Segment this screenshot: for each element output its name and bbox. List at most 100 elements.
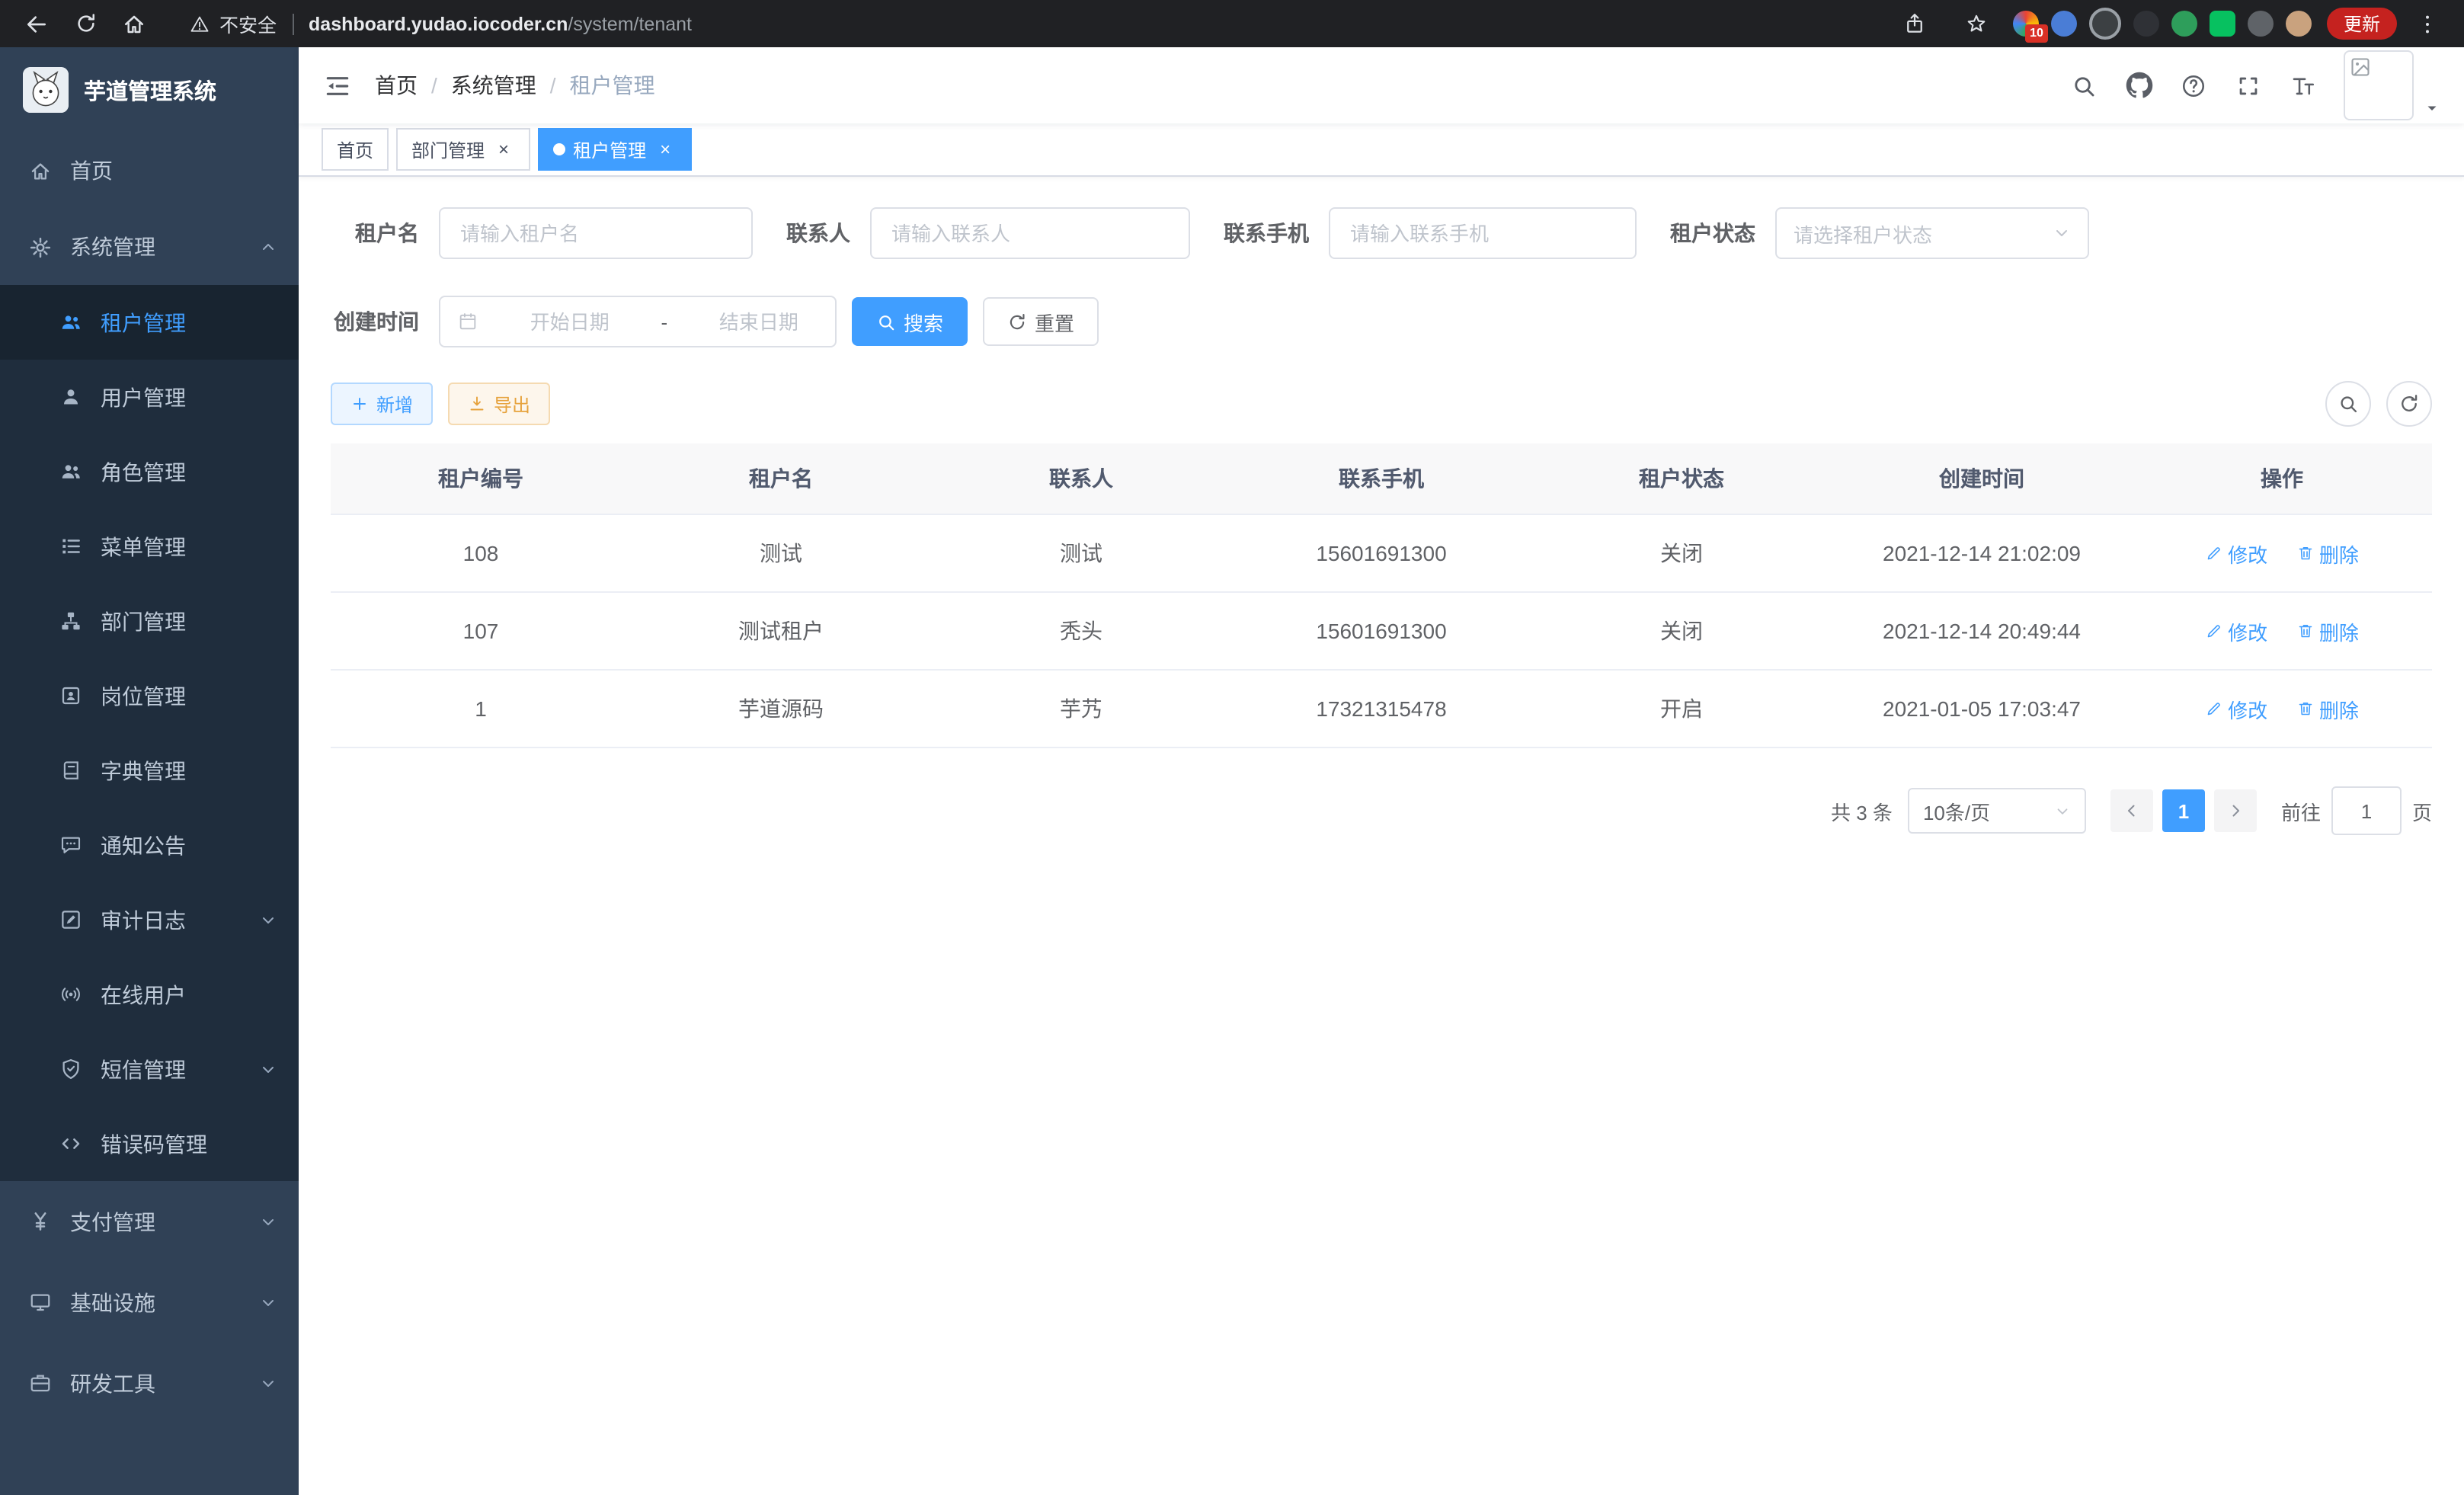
sidebar-item-menu[interactable]: 菜单管理: [0, 509, 299, 584]
browser-reload-button[interactable]: [66, 4, 105, 43]
extension-icon[interactable]: [2133, 11, 2159, 37]
prev-page-button[interactable]: [2110, 789, 2153, 832]
extension-icon[interactable]: [2248, 11, 2274, 37]
pay-yen-icon: [29, 1210, 52, 1233]
toggle-search-button[interactable]: [2325, 381, 2371, 427]
export-button[interactable]: 导出: [448, 383, 550, 425]
sidebar-item-dict[interactable]: 字典管理: [0, 733, 299, 808]
devtool-box-icon: [29, 1372, 52, 1394]
system-submenu: 租户管理 用户管理 角色管理 菜单管理: [0, 285, 299, 1181]
roles-icon: [59, 460, 82, 483]
sidebar-item-system[interactable]: 系统管理: [0, 209, 299, 285]
page-size-select[interactable]: 10条/页: [1908, 788, 2086, 834]
github-icon[interactable]: [2114, 60, 2164, 110]
edit-button[interactable]: 修改: [2205, 616, 2267, 645]
breadcrumb-system[interactable]: 系统管理: [451, 70, 536, 101]
security-chip[interactable]: 不安全: [189, 9, 277, 38]
fullscreen-icon[interactable]: [2223, 60, 2274, 110]
sidebar-item-dept[interactable]: 部门管理: [0, 584, 299, 658]
chevron-down-icon: [2054, 802, 2071, 819]
menu-list-icon: [59, 535, 82, 558]
app-logo[interactable]: 芋道管理系统: [0, 47, 299, 133]
chevron-down-icon: [259, 911, 277, 929]
tab-close-icon[interactable]: ×: [492, 138, 515, 161]
browser-home-button[interactable]: [114, 4, 154, 43]
tenant-name-input-wrap: [439, 207, 753, 259]
sidebar-item-errcode[interactable]: 错误码管理: [0, 1106, 299, 1181]
sidebar-item-pay[interactable]: 支付管理: [0, 1181, 299, 1262]
sidebar-item-tenant[interactable]: 租户管理: [0, 285, 299, 360]
tab-close-icon[interactable]: ×: [654, 138, 677, 161]
header-search-icon[interactable]: [2059, 60, 2109, 110]
infra-monitor-icon: [29, 1291, 52, 1314]
sidebar-toggle-button[interactable]: [299, 47, 375, 123]
sidebar-item-devtools[interactable]: 研发工具: [0, 1343, 299, 1423]
cell-actions: 修改 删除: [2132, 670, 2432, 748]
avatar[interactable]: [2344, 50, 2414, 120]
caret-down-icon[interactable]: [2423, 99, 2441, 117]
mobile-input[interactable]: [1347, 220, 1618, 246]
refresh-table-button[interactable]: [2386, 381, 2432, 427]
calendar-icon: [457, 311, 478, 332]
cell-created: 2021-01-05 17:03:47: [1832, 670, 2132, 748]
tab-tenant[interactable]: 租户管理×: [538, 128, 692, 171]
breadcrumb-current: 租户管理: [570, 70, 655, 101]
edit-button[interactable]: 修改: [2205, 539, 2267, 568]
extension-icon[interactable]: [2089, 8, 2121, 40]
extension-icon[interactable]: [2171, 11, 2197, 37]
bookmark-star-button[interactable]: [1957, 4, 1996, 43]
date-range-picker[interactable]: -: [439, 296, 837, 347]
delete-button[interactable]: 删除: [2296, 694, 2359, 723]
delete-button[interactable]: 删除: [2296, 616, 2359, 645]
tenant-users-icon: [59, 311, 82, 334]
search-button[interactable]: 搜索: [852, 297, 968, 346]
sidebar-item-label: 通知公告: [101, 830, 186, 860]
browser-back-button[interactable]: [17, 4, 56, 43]
tenant-name-input[interactable]: [457, 220, 734, 246]
extension-icon[interactable]: [2051, 11, 2077, 37]
font-size-icon[interactable]: [2278, 60, 2328, 110]
add-button[interactable]: 新增: [331, 383, 433, 425]
browser-update-button[interactable]: 更新: [2327, 8, 2397, 40]
tab-home[interactable]: 首页: [322, 128, 389, 171]
sidebar: 芋道管理系统 首页 系统管理 租户管理: [0, 47, 299, 1495]
filter-form-row-2: 创建时间 - 搜索 重置: [331, 296, 2432, 347]
date-start-input[interactable]: [510, 310, 629, 333]
next-page-button[interactable]: [2214, 789, 2257, 832]
cell-tenant-name: 测试租户: [631, 592, 931, 670]
chevron-down-icon: [259, 1060, 277, 1078]
sidebar-item-post[interactable]: 岗位管理: [0, 658, 299, 733]
sidebar-item-online[interactable]: 在线用户: [0, 957, 299, 1032]
share-button[interactable]: [1896, 4, 1935, 43]
breadcrumb-separator: /: [431, 73, 437, 98]
page-number-button[interactable]: 1: [2162, 789, 2205, 832]
browser-toolbar: 不安全 dashboard.yudao.iocoder.cn/system/te…: [0, 0, 2464, 47]
edit-button[interactable]: 修改: [2205, 694, 2267, 723]
sidebar-item-user[interactable]: 用户管理: [0, 360, 299, 434]
status-select[interactable]: 请选择租户状态: [1775, 207, 2089, 259]
extension-icon[interactable]: 10: [2013, 11, 2039, 37]
reset-button[interactable]: 重置: [983, 297, 1099, 346]
date-end-input[interactable]: [699, 310, 818, 333]
sidebar-item-role[interactable]: 角色管理: [0, 434, 299, 509]
browser-menu-button[interactable]: [2414, 4, 2441, 43]
jump-page-input[interactable]: [2331, 786, 2402, 835]
contact-input[interactable]: [888, 220, 1172, 246]
sidebar-item-sms[interactable]: 短信管理: [0, 1032, 299, 1106]
extension-icon[interactable]: [2210, 11, 2235, 37]
breadcrumb-home[interactable]: 首页: [375, 70, 418, 101]
status-label: 租户状态: [1670, 218, 1755, 248]
sidebar-item-home[interactable]: 首页: [0, 133, 299, 209]
extension-icon[interactable]: [2286, 11, 2312, 37]
table-row: 1 芋道源码 芋艿 17321315478 开启 2021-01-05 17:0…: [331, 670, 2432, 748]
delete-button[interactable]: 删除: [2296, 539, 2359, 568]
sidebar-item-auditlog[interactable]: 审计日志: [0, 882, 299, 957]
tab-dept[interactable]: 部门管理×: [396, 128, 530, 171]
sidebar-item-notice[interactable]: 通知公告: [0, 808, 299, 882]
sidebar-item-infra[interactable]: 基础设施: [0, 1262, 299, 1343]
address-bar[interactable]: 不安全 dashboard.yudao.iocoder.cn/system/te…: [171, 3, 1873, 44]
online-signal-icon: [59, 983, 82, 1006]
sidebar-item-label: 基础设施: [70, 1287, 155, 1317]
help-icon[interactable]: [2168, 60, 2219, 110]
sidebar-item-label: 菜单管理: [101, 531, 186, 562]
